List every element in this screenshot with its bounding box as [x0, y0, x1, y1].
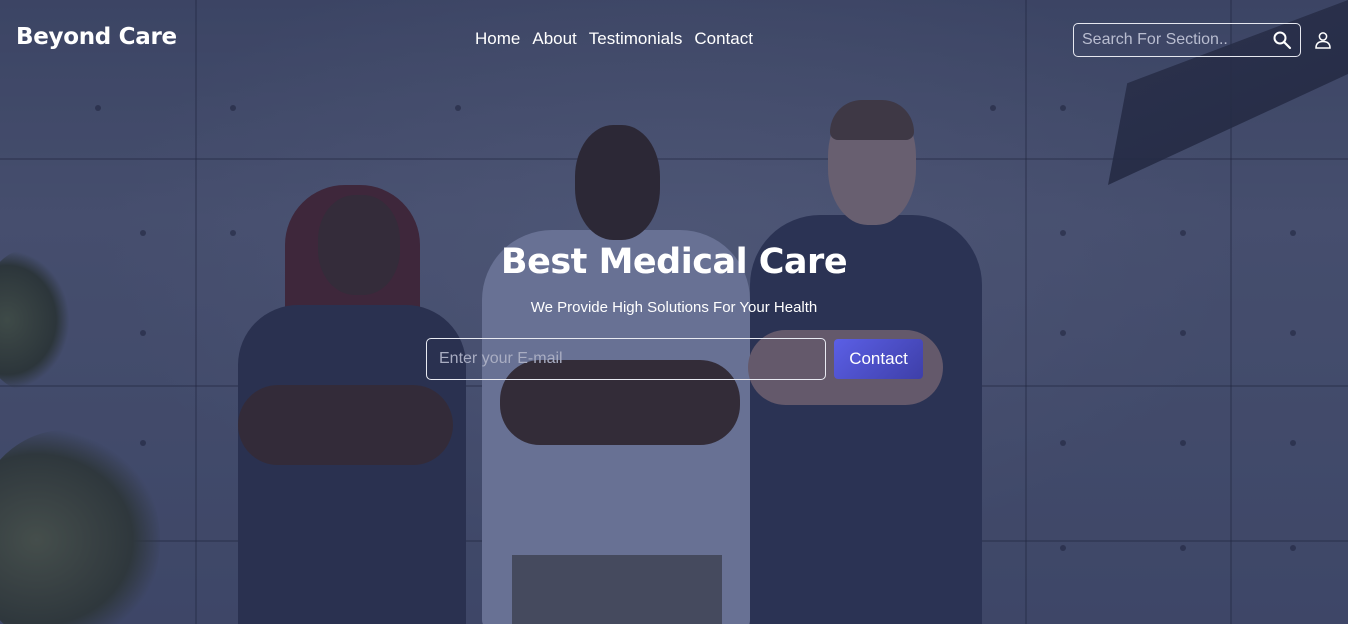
- contact-button[interactable]: Contact: [834, 339, 923, 379]
- hero-subtitle: We Provide High Solutions For Your Healt…: [530, 299, 818, 316]
- nav-link-about[interactable]: About: [532, 29, 576, 49]
- navbar: Beyond Care Home About Testimonials Cont…: [0, 0, 1348, 80]
- search-icon[interactable]: [1272, 30, 1292, 50]
- hero-title: Best Medical Care: [500, 242, 848, 282]
- search-input[interactable]: [1074, 24, 1264, 56]
- nav-link-testimonials[interactable]: Testimonials: [589, 29, 683, 49]
- nav-link-home[interactable]: Home: [475, 29, 520, 49]
- nav-menu: Home About Testimonials Contact: [475, 29, 753, 49]
- hero-section: Beyond Care Home About Testimonials Cont…: [0, 0, 1348, 624]
- user-icon[interactable]: [1314, 31, 1332, 49]
- email-field[interactable]: [426, 338, 826, 380]
- search-box: [1073, 23, 1301, 57]
- brand-logo[interactable]: Beyond Care: [16, 24, 177, 50]
- nav-link-contact[interactable]: Contact: [694, 29, 753, 49]
